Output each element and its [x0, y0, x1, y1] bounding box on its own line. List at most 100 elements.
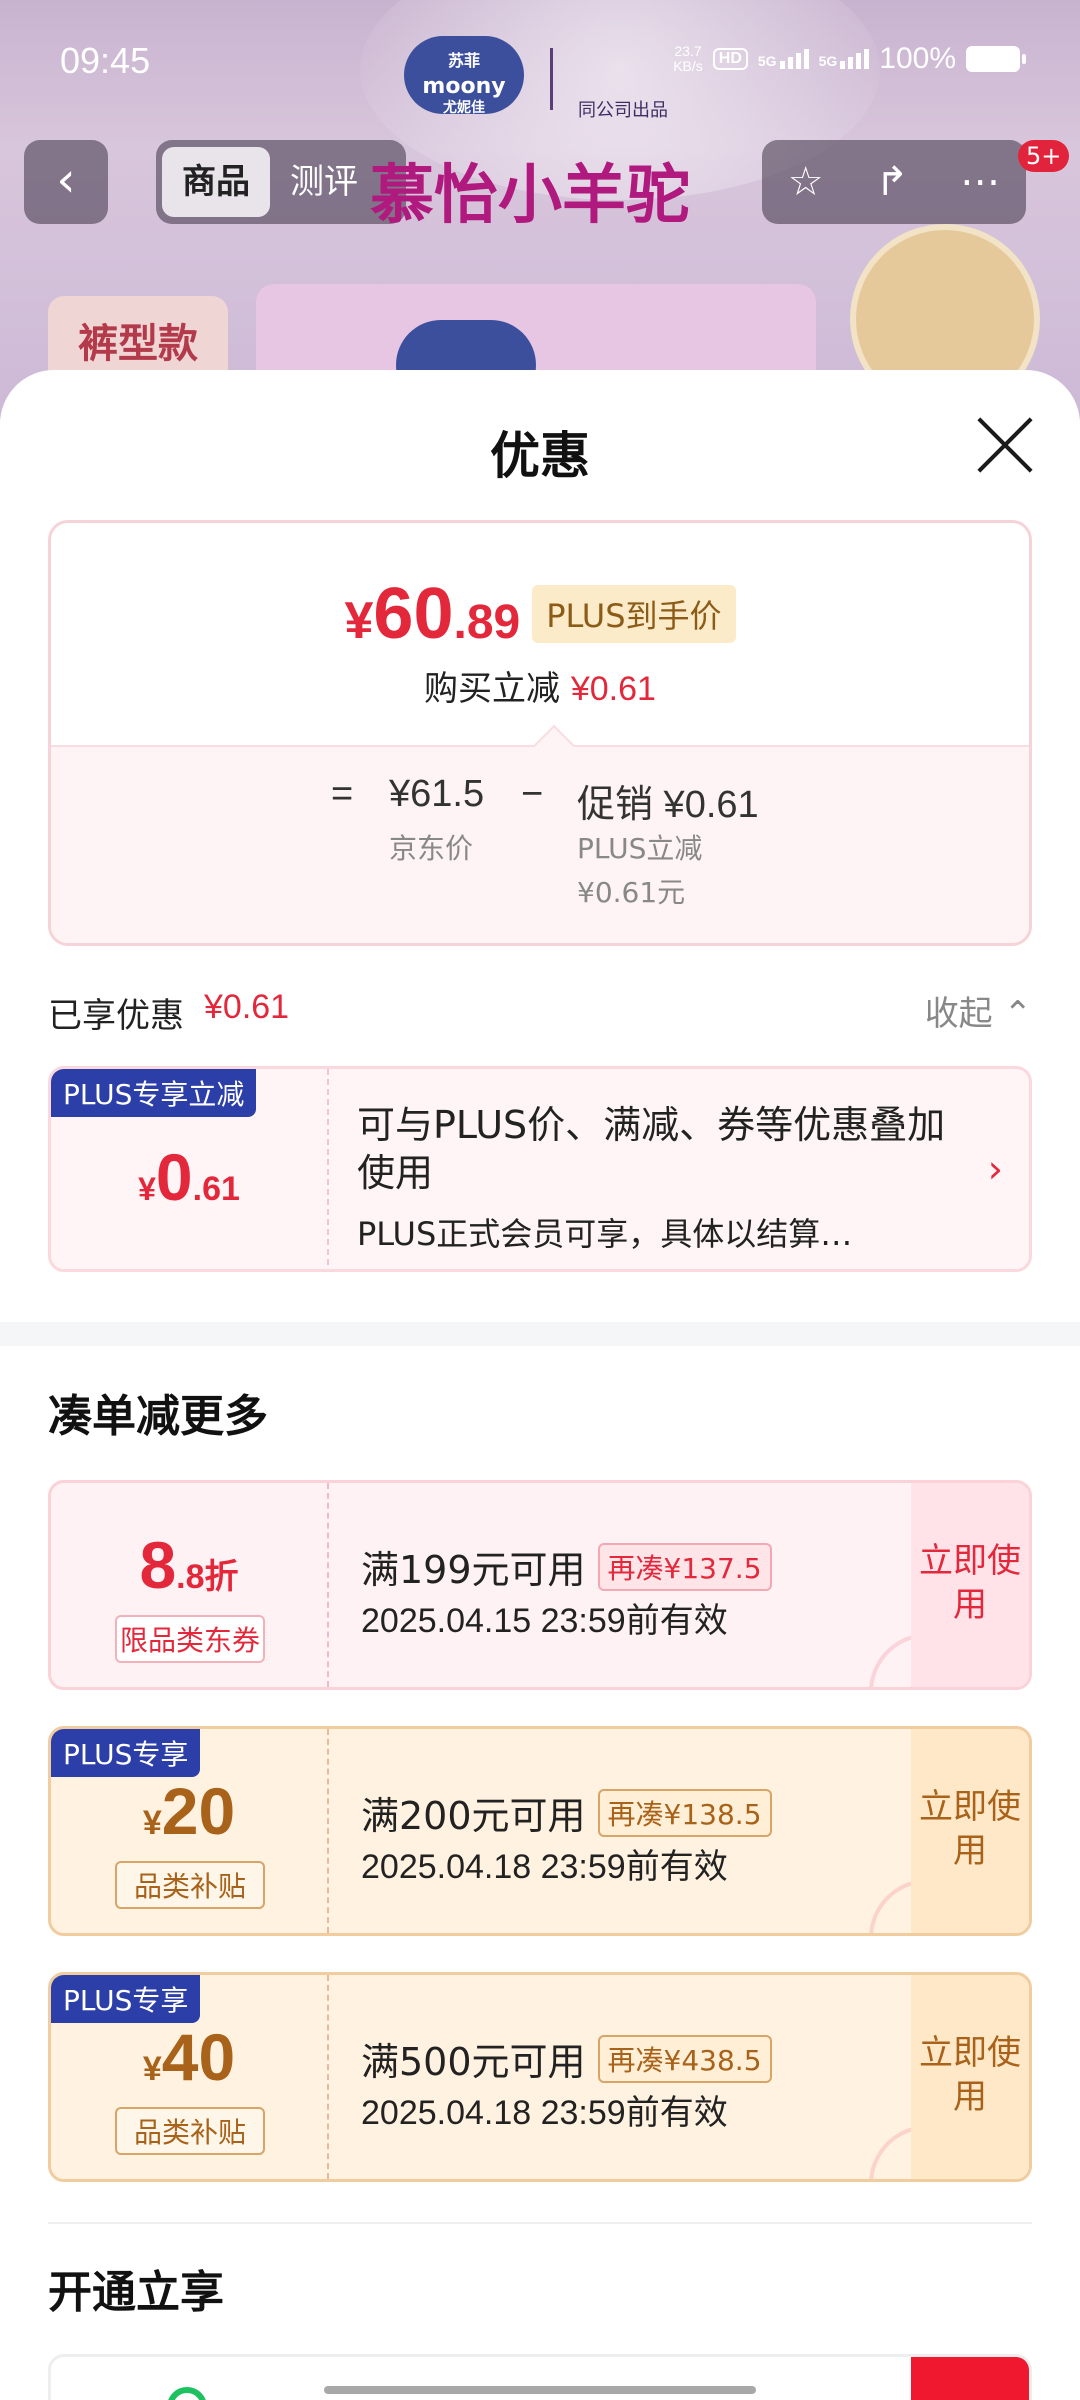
- status-icons: 23.7 KB/s HD 5G 5G 100%: [673, 42, 1026, 76]
- coupon-amount-big: 8: [139, 1528, 177, 1602]
- chevron-up-icon: ⌃: [1003, 994, 1033, 1034]
- net-speed-value: 23.7: [674, 43, 702, 59]
- buy-minus-row: 购买立减 ¥0.61: [51, 661, 1029, 710]
- coupon-card: ¥40 品类补贴 PLUS专享 满500元可用 再凑¥438.5 2025.04…: [48, 1972, 1032, 2182]
- coupon-amount-big: 20: [161, 1774, 236, 1848]
- chevron-left-icon: ‹: [56, 152, 76, 208]
- enjoyed-label: 已享优惠: [48, 996, 184, 1036]
- hd-icon: HD: [712, 48, 748, 70]
- collapse-label: 收起: [924, 994, 993, 1034]
- enjoyed-value: ¥0.61: [204, 988, 290, 1026]
- coupon-condition-text: 满500元可用: [361, 2040, 586, 2084]
- formula-equals: =: [331, 773, 354, 815]
- plus-card-note: PLUS正式会员可享，具体以结算…: [357, 1215, 853, 1253]
- nav-tabs: 商品 测评: [156, 140, 406, 224]
- battery-percent: 100%: [879, 42, 956, 75]
- jd-price: ¥61.5: [389, 773, 485, 815]
- signal-icon-2: 5G: [819, 49, 870, 69]
- use-now-button[interactable]: 立即使用: [911, 1729, 1029, 1933]
- plus-discount-card[interactable]: PLUS专享立减 ¥0.61 可与PLUS价、满减、券等优惠叠加使用 PLUS正…: [48, 1066, 1032, 1272]
- brand-separator: [550, 48, 553, 110]
- home-indicator[interactable]: [324, 2386, 756, 2394]
- membership-icon: [167, 2387, 207, 2400]
- signal-2-label: 5G: [818, 53, 838, 69]
- coupon-validity: 2025.04.18 23:59前有效: [361, 2094, 728, 2132]
- coupon-divider: [327, 1483, 329, 1687]
- coupon-divider: [327, 1729, 329, 1933]
- coupon-add-more-tag: 再凑¥438.5: [597, 2034, 772, 2083]
- message-badge: 5+: [1018, 140, 1070, 172]
- coupon-card: 8.8折 限品类东券 满199元可用 再凑¥137.5 2025.04.15 2…: [48, 1480, 1032, 1690]
- coupon-condition: 满199元可用 再凑¥137.5: [361, 1539, 772, 1594]
- section-divider: [48, 2222, 1032, 2224]
- buy-minus-value: ¥0.61: [570, 670, 656, 708]
- coupon-amount-small: .8折: [176, 1558, 239, 1596]
- discount-sheet: 优惠 ¥60.89 PLUS到手价 购买立减 ¥0.61 = ¥61.5 京东价…: [0, 370, 1080, 2400]
- jd-price-label: 京东价: [389, 832, 474, 865]
- coupon-add-more-tag: 再凑¥138.5: [597, 1788, 772, 1837]
- brand-logo-top: 苏菲: [447, 51, 480, 70]
- net-speed: 23.7 KB/s: [673, 44, 703, 74]
- product-page-background: 09:45 苏菲 moony 尤妮佳 同公司出品 23.7 KB/s HD 5G…: [0, 0, 1080, 420]
- plus-amount-decimal: .61: [192, 1170, 240, 1208]
- brand-logo-main: moony: [422, 74, 506, 99]
- buy-minus-label: 购买立减: [424, 669, 561, 709]
- coupon-amount-currency: ¥: [142, 2050, 162, 2088]
- coupon-condition-text: 满199元可用: [361, 1548, 586, 1592]
- final-price-int: 60: [373, 574, 454, 654]
- promo-sub-value: ¥0.61元: [577, 876, 686, 909]
- coupon-condition: 满200元可用 再凑¥138.5: [361, 1785, 772, 1840]
- coupon-amount: 8.8折: [51, 1527, 327, 1603]
- use-now-button[interactable]: 立即使用: [911, 1975, 1029, 2179]
- section-gap: [0, 1322, 1080, 1346]
- coupon-condition-text: 满200元可用: [361, 1794, 586, 1838]
- open-membership-button[interactable]: [911, 2357, 1029, 2400]
- coupon-category: 品类补贴: [115, 1861, 265, 1909]
- collapse-button[interactable]: 收起 ⌃: [925, 986, 1032, 1035]
- coupon-validity: 2025.04.15 23:59前有效: [361, 1602, 728, 1640]
- status-bar: 09:45 苏菲 moony 尤妮佳 同公司出品 23.7 KB/s HD 5G…: [0, 0, 1080, 121]
- brand-logo-sub: 尤妮佳: [443, 100, 485, 116]
- brand-subtitle: 同公司出品: [578, 100, 668, 121]
- price-summary: ¥60.89 PLUS到手价 购买立减 ¥0.61: [51, 523, 1029, 745]
- plus-price-tag: PLUS到手价: [532, 585, 736, 643]
- net-speed-unit: KB/s: [673, 58, 703, 74]
- coupon-divider: [327, 1975, 329, 2179]
- signal-icon: 5G: [758, 49, 809, 69]
- tab-review[interactable]: 测评: [270, 147, 378, 217]
- star-icon[interactable]: ☆: [788, 159, 824, 205]
- promo-sub-label: PLUS立减: [577, 832, 703, 865]
- final-price-decimal: .89: [453, 596, 521, 649]
- plus-exclusive-tag: PLUS专享: [51, 1729, 201, 1777]
- tab-product[interactable]: 商品: [162, 147, 270, 217]
- coupon-category: 品类补贴: [115, 2107, 265, 2155]
- coupon-amount: ¥40: [51, 2019, 327, 2095]
- coupon-amount-currency: ¥: [142, 1804, 162, 1842]
- battery-icon: [966, 46, 1026, 72]
- final-price: ¥60.89: [344, 573, 520, 655]
- price-formula: = ¥61.5 京东价 − 促销 ¥0.61 PLUS立减 ¥0.61元: [51, 745, 1029, 943]
- price-breakdown-card: ¥60.89 PLUS到手价 购买立减 ¥0.61 = ¥61.5 京东价 − …: [48, 520, 1032, 946]
- plus-exclusive-label: PLUS专享立减: [51, 1069, 257, 1117]
- plus-exclusive-tag: PLUS专享: [51, 1975, 201, 2023]
- close-icon[interactable]: [976, 416, 1034, 474]
- coupon-value-area: 8.8折 限品类东券: [51, 1483, 327, 1687]
- plus-amount-currency: ¥: [138, 1171, 156, 1207]
- enjoyed-discount-row: 已享优惠 ¥0.61 收起 ⌃: [48, 982, 1032, 1038]
- final-price-row: ¥60.89 PLUS到手价: [51, 573, 1029, 655]
- use-now-button[interactable]: 立即使用: [911, 1483, 1029, 1687]
- plus-card-description: 可与PLUS价、满减、券等优惠叠加使用: [357, 1103, 946, 1195]
- back-button[interactable]: ‹: [24, 140, 108, 224]
- formula-minus: −: [521, 773, 544, 815]
- brand-logo: 苏菲 moony 尤妮佳: [404, 36, 524, 116]
- plus-amount-int: 0: [155, 1140, 193, 1214]
- coupon-card: ¥20 品类补贴 PLUS专享 满200元可用 再凑¥138.5 2025.04…: [48, 1726, 1032, 1936]
- coupon-add-more-tag: 再凑¥137.5: [597, 1542, 772, 1591]
- share-icon[interactable]: ↱: [875, 159, 909, 205]
- sheet-title: 优惠: [490, 427, 590, 485]
- signal-1-label: 5G: [757, 53, 777, 69]
- coupon-amount: ¥20: [51, 1773, 327, 1849]
- more-icon[interactable]: ⋯: [960, 159, 1000, 205]
- status-time: 09:45: [60, 40, 151, 81]
- product-navbar: ‹ 商品 测评 慕怡小羊驼 ☆ ↱ ⋯ 5+: [0, 140, 1080, 233]
